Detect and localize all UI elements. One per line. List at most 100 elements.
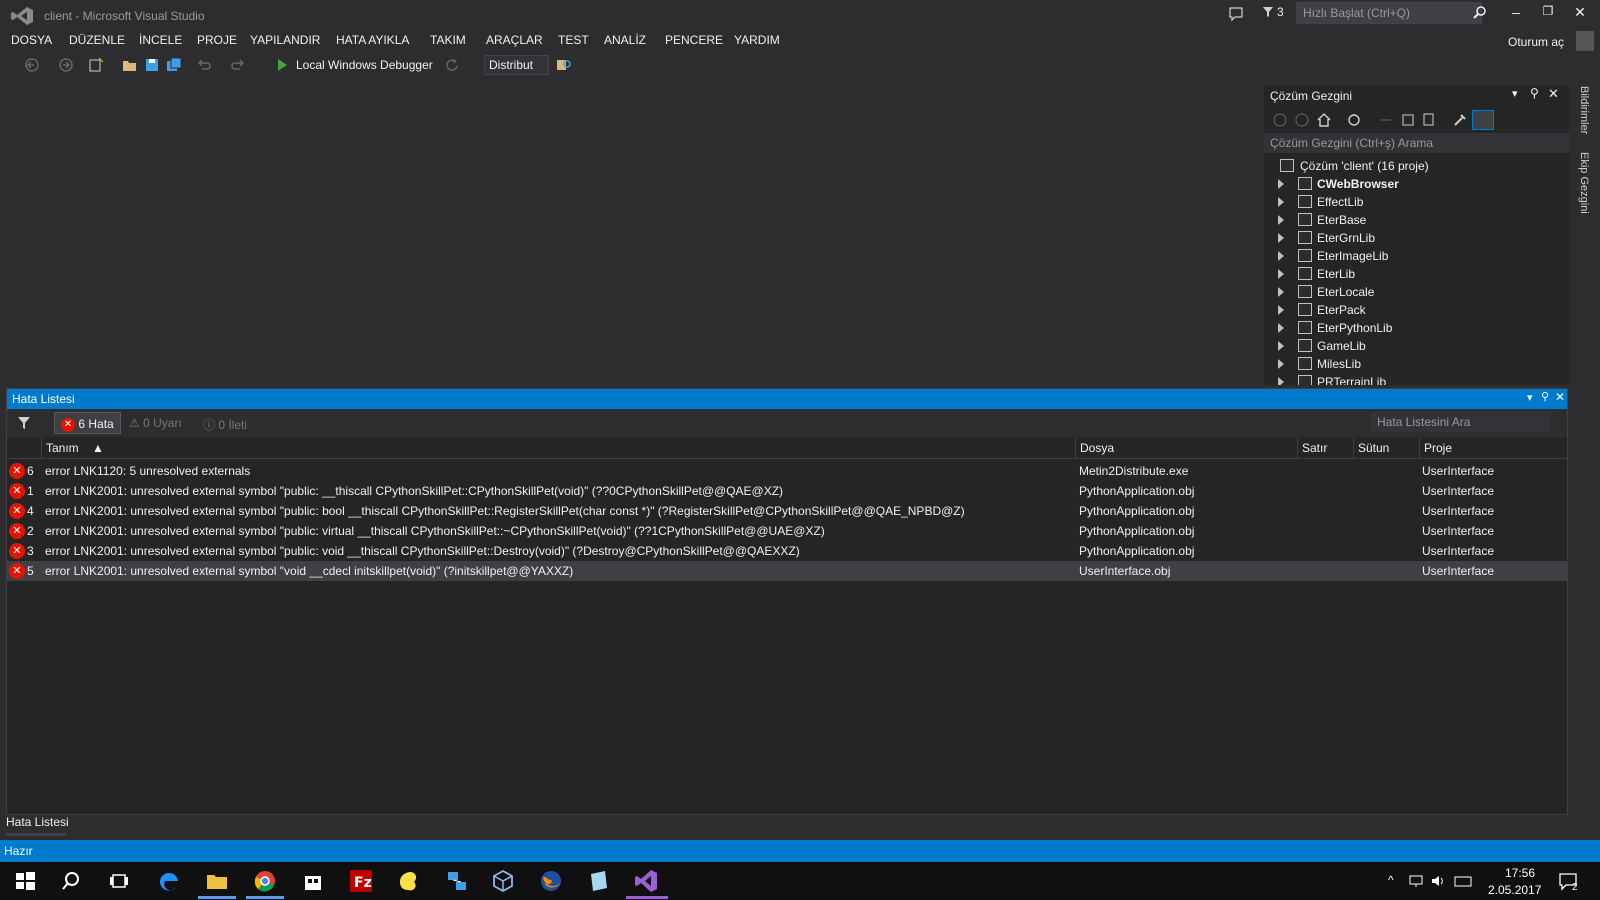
error-row[interactable]: ✕ 3 error LNK2001: unresolved external sym… [7, 541, 1567, 561]
project-node[interactable]: EterGrnLib [1264, 229, 1569, 247]
edge-browser-icon[interactable] [156, 868, 182, 894]
project-node[interactable]: EffectLib [1264, 193, 1569, 211]
error-list-search-input[interactable]: Hata Listesini Ara [1371, 412, 1551, 432]
project-node[interactable]: EterBase [1264, 211, 1569, 229]
project-node[interactable]: MilesLib [1264, 355, 1569, 373]
column-header-description[interactable]: Tanım ▲ [41, 437, 1075, 459]
errors-filter-button[interactable]: ✕ 6 Hata [54, 412, 121, 434]
new-project-icon[interactable] [88, 57, 104, 73]
clock-time[interactable]: 17:56 [1500, 866, 1540, 880]
error-row[interactable]: ✕ 6 error LNK1120: 5 unresolved externals M… [7, 461, 1567, 481]
expand-arrow-icon[interactable] [1278, 215, 1284, 225]
error-row-selected[interactable]: ✕ 5 error LNK2001: unresolved external sym… [7, 561, 1567, 581]
notifications-tab[interactable]: Bildirimler [1578, 86, 1590, 134]
warnings-filter-button[interactable]: ⚠ 0 Uyarı [123, 412, 188, 434]
file-explorer-icon[interactable] [204, 868, 230, 894]
open-file-icon[interactable] [122, 57, 138, 73]
project-node[interactable]: PRTerrainLib [1264, 373, 1569, 385]
task-view-icon[interactable] [106, 868, 132, 894]
menu-build[interactable]: YAPILANDIR [250, 33, 320, 47]
expand-arrow-icon[interactable] [1278, 377, 1284, 385]
navigate-back-icon[interactable] [24, 57, 40, 73]
project-node[interactable]: EterLocale [1264, 283, 1569, 301]
pin-icon[interactable]: ⚲ [1541, 390, 1549, 403]
menu-team[interactable]: TAKIM [430, 33, 466, 47]
sync-icon[interactable] [1346, 112, 1362, 128]
error-list-tab[interactable]: Hata Listesi [6, 815, 69, 829]
project-node[interactable]: EterLib [1264, 265, 1569, 283]
project-node[interactable]: EterPythonLib [1264, 319, 1569, 337]
expand-arrow-icon[interactable] [1278, 251, 1284, 261]
python-idle-icon[interactable] [396, 868, 422, 894]
expand-arrow-icon[interactable] [1278, 305, 1284, 315]
solution-explorer-search-input[interactable]: Çözüm Gezgini (Ctrl+ş) Arama [1264, 133, 1569, 153]
expand-arrow-icon[interactable] [1278, 287, 1284, 297]
network-icon[interactable] [1408, 873, 1424, 889]
clock-date[interactable]: 2.05.2017 [1488, 883, 1541, 897]
account-icon[interactable] [1576, 31, 1594, 51]
virtualbox-icon[interactable] [490, 868, 516, 894]
refresh-icon[interactable] [1378, 112, 1394, 128]
solution-node[interactable]: Çözüm 'client' (16 proje) [1264, 157, 1569, 175]
close-panel-icon[interactable]: ✕ [1555, 390, 1565, 404]
menu-debug[interactable]: HATA AYIKLA [336, 33, 409, 47]
preview-selected-items-icon[interactable] [1472, 110, 1494, 130]
collapse-all-icon[interactable] [1400, 112, 1416, 128]
menu-view[interactable]: İNCELE [139, 33, 182, 47]
filezilla-icon[interactable]: Fz [348, 868, 374, 894]
forward-icon[interactable] [1294, 112, 1310, 128]
debugger-target-dropdown[interactable]: Local Windows Debugger [296, 58, 433, 72]
expand-arrow-icon[interactable] [1278, 269, 1284, 279]
column-header-file[interactable]: Dosya [1075, 437, 1297, 459]
network-tool-icon[interactable] [444, 868, 470, 894]
menu-edit[interactable]: DÜZENLE [69, 33, 125, 47]
column-header-line[interactable]: Satır [1297, 437, 1353, 459]
notepad-icon[interactable] [586, 868, 612, 894]
column-header-column[interactable]: Sütun [1353, 437, 1419, 459]
project-node[interactable]: GameLib [1264, 337, 1569, 355]
refresh-icon[interactable] [444, 57, 460, 73]
feedback-icon[interactable] [1228, 6, 1244, 22]
column-header-project[interactable]: Proje [1419, 437, 1567, 459]
sign-in-link[interactable]: Oturum aç [1508, 35, 1564, 49]
project-node[interactable]: EterImageLib [1264, 247, 1569, 265]
visual-studio-taskbar-icon[interactable] [634, 868, 660, 894]
restore-button[interactable]: ❐ [1538, 4, 1558, 24]
navigate-forward-icon[interactable] [58, 57, 74, 73]
undo-icon[interactable] [196, 57, 212, 73]
menu-help[interactable]: YARDIM [734, 33, 780, 47]
error-row[interactable]: ✕ 1 error LNK2001: unresolved external sym… [7, 481, 1567, 501]
messages-filter-button[interactable]: ⓘ 0 İleti [197, 412, 253, 434]
expand-arrow-icon[interactable] [1278, 359, 1284, 369]
menu-tools[interactable]: ARAÇLAR [486, 33, 543, 47]
close-button[interactable]: ✕ [1570, 4, 1590, 24]
configuration-dropdown[interactable]: Distribut [484, 55, 549, 75]
minimize-button[interactable]: – [1506, 4, 1526, 24]
home-icon[interactable] [1316, 112, 1332, 128]
chrome-icon[interactable] [252, 868, 278, 894]
error-row[interactable]: ✕ 4 error LNK2001: unresolved external sym… [7, 501, 1567, 521]
firefox-icon[interactable] [538, 868, 564, 894]
error-row[interactable]: ✕ 2 error LNK2001: unresolved external sym… [7, 521, 1567, 541]
expand-arrow-icon[interactable] [1278, 179, 1284, 189]
start-debugging-icon[interactable] [274, 57, 290, 73]
project-node[interactable]: EterPack [1264, 301, 1569, 319]
show-hidden-icons-icon[interactable]: ^ [1388, 873, 1394, 887]
keyboard-icon[interactable] [1454, 873, 1472, 889]
team-explorer-tab[interactable]: Ekip Gezgini [1578, 152, 1590, 214]
back-icon[interactable] [1272, 112, 1288, 128]
redo-icon[interactable] [230, 57, 246, 73]
expand-arrow-icon[interactable] [1278, 197, 1284, 207]
expand-arrow-icon[interactable] [1278, 233, 1284, 243]
panel-dropdown-icon[interactable]: ▾ [1527, 391, 1533, 404]
expand-arrow-icon[interactable] [1278, 323, 1284, 333]
menu-test[interactable]: TEST [558, 33, 589, 47]
windows-start-icon[interactable] [12, 868, 38, 894]
menu-file[interactable]: DOSYA [11, 33, 52, 47]
find-in-files-icon[interactable] [556, 57, 572, 73]
show-all-files-icon[interactable] [1422, 112, 1438, 128]
quick-launch-input[interactable]: Hızlı Başlat (Ctrl+Q) [1296, 2, 1482, 24]
project-node[interactable]: CWebBrowser [1264, 175, 1569, 193]
search-icon[interactable] [58, 868, 84, 894]
save-all-icon[interactable] [166, 57, 182, 73]
